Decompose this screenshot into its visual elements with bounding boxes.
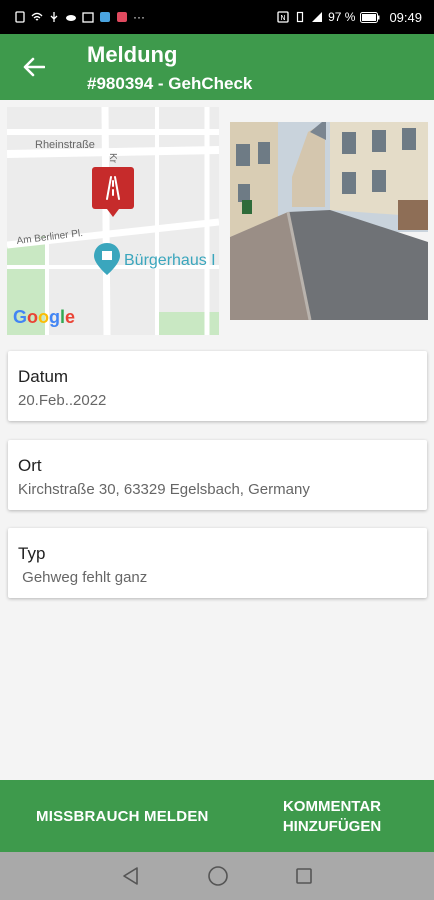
cloud-icon [66, 15, 76, 21]
page-subtitle: #980394 - GehCheck [87, 74, 253, 93]
card-type: Typ Gehweg fehlt ganz [8, 528, 427, 598]
clock: 09:49 [389, 9, 422, 25]
map-canvas: Rheinstraße Am Berliner Pl. Kr Bürgerhau… [7, 107, 219, 335]
wifi-icon [31, 12, 43, 21]
nav-recents-icon[interactable] [295, 867, 313, 885]
poi-label: Bürgerhaus I [124, 252, 216, 269]
report-abuse-button[interactable]: MISSBRAUCH MELDEN [36, 808, 209, 825]
app-bar: Meldung #980394 - GehCheck [0, 34, 434, 100]
vibrate-icon [296, 11, 304, 23]
park-area-2 [157, 312, 219, 335]
street-photo-image [230, 122, 428, 320]
card-date-value: 20.Feb..2022 [18, 392, 107, 409]
street-label-rheinstrasse: Rheinstraße [35, 139, 95, 151]
card-location: Ort Kirchstraße 30, 63329 Egelsbach, Ger… [8, 440, 427, 510]
app-notification-red-icon [117, 12, 127, 22]
usb-icon [50, 12, 58, 22]
card-location-value: Kirchstraße 30, 63329 Egelsbach, Germany [18, 481, 310, 498]
battery-icon [360, 11, 380, 23]
street-label-kr: Kr [107, 153, 118, 164]
action-bar: MISSBRAUCH MELDEN KOMMENTAR HINZUFÜGEN [0, 780, 434, 852]
card-location-label: Ort [18, 456, 42, 475]
nav-home-icon[interactable] [207, 865, 229, 887]
map-view[interactable]: Rheinstraße Am Berliner Pl. Kr Bürgerhau… [7, 107, 219, 335]
nfc-icon: N [277, 11, 289, 23]
more-notifications-icon: ··· [133, 10, 145, 24]
arrow-left-icon [23, 57, 45, 77]
status-bar: ··· N 97 % 09:49 [0, 0, 434, 34]
app-notification-icon [100, 12, 110, 22]
nav-back-icon[interactable] [121, 866, 141, 886]
calendar-icon [82, 12, 94, 23]
back-button[interactable] [18, 52, 50, 82]
sim-icon [15, 11, 25, 23]
battery-percent: 97 % [328, 10, 356, 24]
card-date-label: Datum [18, 367, 69, 386]
status-icons-right: N 97 % 09:49 [277, 10, 422, 25]
page-title: Meldung [87, 42, 178, 67]
google-logo: Google [13, 307, 75, 327]
system-nav-bar [0, 852, 434, 900]
svg-text:N: N [280, 14, 285, 22]
card-type-label: Typ [18, 544, 46, 563]
signal-icon [312, 12, 323, 22]
add-comment-button[interactable]: KOMMENTAR HINZUFÜGEN [276, 797, 388, 837]
status-icons-left: ··· [14, 10, 145, 24]
report-photo[interactable] [230, 122, 428, 320]
card-date: Datum 20.Feb..2022 [8, 351, 427, 421]
card-type-value: Gehweg fehlt ganz [18, 569, 148, 586]
